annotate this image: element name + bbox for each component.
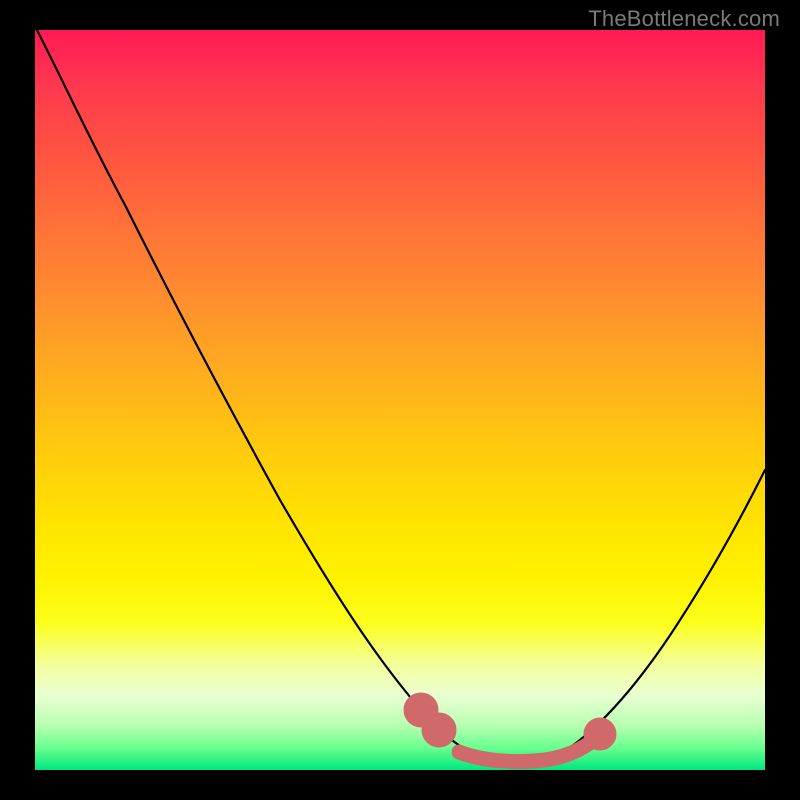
watermark-text: TheBottleneck.com <box>588 6 780 32</box>
highlight-band-group <box>411 700 609 762</box>
chart-frame: TheBottleneck.com <box>0 0 800 800</box>
highlight-flat-segment <box>459 735 600 762</box>
curves-svg <box>35 30 765 770</box>
highlight-dot <box>429 720 449 740</box>
plot-area <box>35 30 765 770</box>
highlight-dot <box>591 725 609 743</box>
bottleneck-curve-path <box>37 30 765 762</box>
